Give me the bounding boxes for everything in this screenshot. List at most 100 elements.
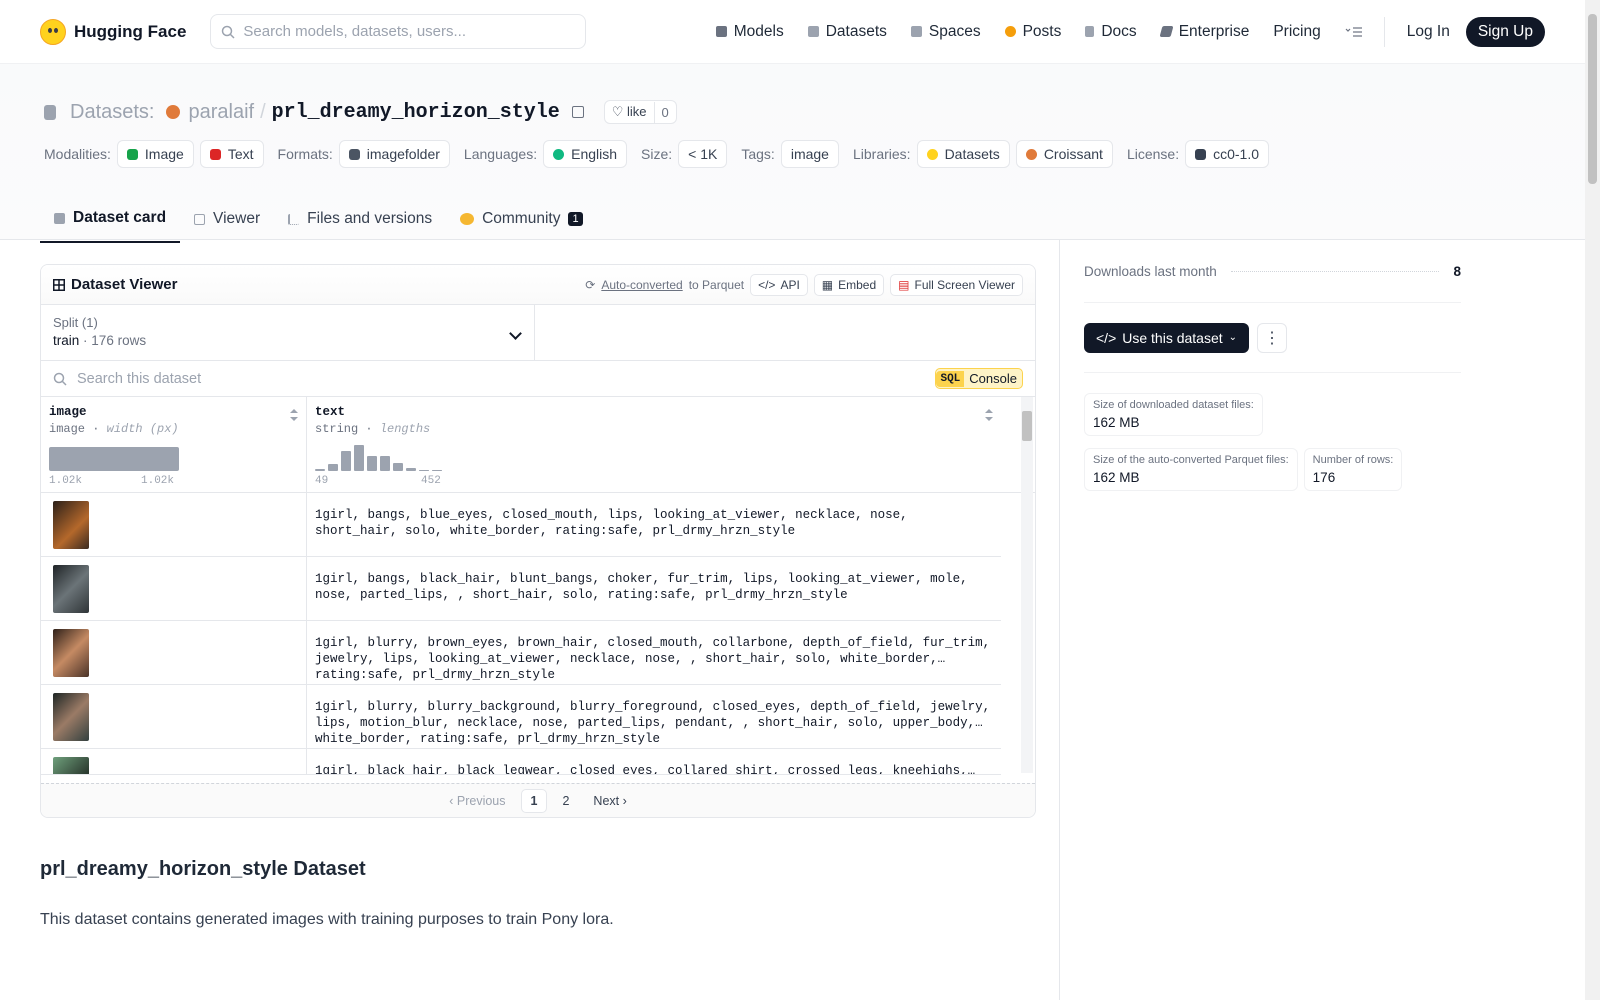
use-dataset-button[interactable]: </> Use this dataset ⌄ <box>1084 322 1250 353</box>
text-cell[interactable]: 1girl, black_hair, black_legwear, closed… <box>307 749 1001 774</box>
modalities-label: Modalities: <box>44 146 111 162</box>
tag-image-tag[interactable]: image <box>780 140 839 168</box>
page-2-button[interactable]: 2 <box>553 790 578 812</box>
more-options-button[interactable]: ⋮ <box>1257 322 1288 353</box>
width-histogram-bar[interactable] <box>49 447 179 471</box>
fullscreen-button[interactable]: ▤ Full Screen Viewer <box>890 273 1023 296</box>
datasets-icon <box>807 26 819 37</box>
nav-more-menu[interactable] <box>1336 20 1372 44</box>
page-scrollbar[interactable] <box>1585 0 1600 1000</box>
nav-enterprise[interactable]: Enterprise <box>1152 17 1259 47</box>
table-row[interactable]: 1girl, blurry, brown_eyes, brown_hair, c… <box>41 621 1001 685</box>
scrollbar-thumb[interactable] <box>1022 411 1032 441</box>
image-cell[interactable] <box>41 685 307 748</box>
org-link[interactable]: paralaif <box>188 101 254 124</box>
text-cell[interactable]: 1girl, blurry, blurry_background, blurry… <box>307 685 1001 748</box>
tag-croissant[interactable]: Croissant <box>1015 140 1113 168</box>
tab-dataset-card[interactable]: Dataset card <box>40 200 181 243</box>
table-header: image image · width (px) 1.02k 1.02k tex… <box>41 397 1035 773</box>
nav-spaces[interactable]: Spaces <box>902 17 990 47</box>
sort-icon[interactable] <box>290 409 298 421</box>
histogram-bar[interactable] <box>341 451 351 471</box>
brand-logo[interactable]: Hugging Face <box>40 18 186 45</box>
tag-size[interactable]: < 1K <box>678 140 728 168</box>
grid-icon <box>53 278 65 291</box>
embed-button[interactable]: ▦ Embed <box>813 273 885 296</box>
image-thumbnail[interactable] <box>53 501 89 549</box>
like-button[interactable]: ♡ like 0 <box>603 100 677 124</box>
auto-converted-link[interactable]: Auto-converted <box>601 278 682 292</box>
split-dropdown[interactable]: Split (1) train · 176 rows <box>41 305 535 360</box>
tab-viewer[interactable]: Viewer <box>180 200 274 243</box>
image-cell[interactable] <box>41 749 307 774</box>
dataset-tags: Modalities: Image Text Formats: imagefol… <box>44 140 1270 168</box>
tag-label: Croissant <box>1043 146 1103 162</box>
dataset-name[interactable]: prl_dreamy_horizon_style <box>272 101 560 124</box>
column-header-image[interactable]: image image · width (px) 1.02k 1.02k <box>41 397 307 492</box>
search-input[interactable]: Search models, datasets, users... <box>210 14 587 49</box>
histogram-bar[interactable] <box>315 469 325 471</box>
nav-models[interactable]: Models <box>707 17 793 47</box>
api-button[interactable]: </> API <box>750 273 808 296</box>
image-thumbnail[interactable] <box>53 565 89 613</box>
nav-label: Posts <box>1022 22 1062 40</box>
text-cell[interactable]: 1girl, blurry, brown_eyes, brown_hair, c… <box>307 621 1001 684</box>
histogram-bar[interactable] <box>406 468 416 471</box>
heart-icon: ♡ <box>611 104 624 119</box>
dataset-search-input[interactable]: Search this dataset SQL Console <box>41 361 1035 397</box>
image-cell[interactable] <box>41 621 307 684</box>
histogram-bar[interactable] <box>432 470 442 471</box>
spaces-icon <box>910 26 922 37</box>
page-scrollbar-thumb[interactable] <box>1588 14 1597 184</box>
nav-posts[interactable]: Posts <box>996 17 1071 47</box>
tab-community[interactable]: Community 1 <box>446 200 597 243</box>
previous-page-button[interactable]: ‹ Previous <box>440 790 514 812</box>
nav-datasets[interactable]: Datasets <box>799 17 896 47</box>
next-page-button[interactable]: Next › <box>584 790 635 812</box>
like-count: 0 <box>653 101 676 123</box>
text-cell[interactable]: 1girl, bangs, black_hair, blunt_bangs, c… <box>307 557 1001 620</box>
nav-divider <box>1383 16 1385 47</box>
table-scrollbar[interactable] <box>1021 397 1033 773</box>
size-label: Size: <box>641 146 673 162</box>
tag-license[interactable]: cc0-1.0 <box>1185 140 1270 168</box>
histogram-bar[interactable] <box>419 470 429 471</box>
text-cell[interactable]: 1girl, bangs, blue_eyes, closed_mouth, l… <box>307 493 1001 556</box>
copy-icon[interactable] <box>571 106 584 118</box>
histogram-bar[interactable] <box>380 456 390 471</box>
posts-icon <box>1004 26 1016 37</box>
histogram-bar[interactable] <box>354 445 364 471</box>
tag-text[interactable]: Text <box>199 140 264 168</box>
chevron-down-icon: ⌄ <box>1228 332 1238 343</box>
histogram-bar[interactable] <box>393 463 403 471</box>
nav-docs[interactable]: Docs <box>1076 17 1145 47</box>
image-thumbnail[interactable] <box>53 693 89 741</box>
image-thumbnail[interactable] <box>53 629 89 677</box>
like-text: like <box>626 104 647 119</box>
sort-icon[interactable] <box>985 409 993 421</box>
tab-files[interactable]: Files and versions <box>274 200 446 243</box>
formats-label: Formats: <box>277 146 333 162</box>
table-row[interactable]: 1girl, black_hair, black_legwear, closed… <box>41 749 1001 775</box>
nav-label: Spaces <box>928 22 981 40</box>
dataset-card-title: prl_dreamy_horizon_style Dataset <box>40 858 366 880</box>
tag-datasets-library[interactable]: Datasets <box>916 140 1010 168</box>
column-header-text[interactable]: text string · lengths 49 452 <box>307 397 1001 492</box>
login-button[interactable]: Log In <box>1397 17 1460 47</box>
table-row[interactable]: 1girl, bangs, black_hair, blunt_bangs, c… <box>41 557 1001 621</box>
histogram-bar[interactable] <box>367 456 377 471</box>
tag-image[interactable]: Image <box>116 140 194 168</box>
table-row[interactable]: 1girl, bangs, blue_eyes, closed_mouth, l… <box>41 493 1001 557</box>
tag-english[interactable]: English <box>543 140 628 168</box>
page-1-button[interactable]: 1 <box>520 788 548 813</box>
image-thumbnail[interactable] <box>53 757 89 774</box>
table-row[interactable]: 1girl, blurry, blurry_background, blurry… <box>41 685 1001 749</box>
nav-pricing[interactable]: Pricing <box>1264 17 1329 47</box>
image-cell[interactable] <box>41 493 307 556</box>
tag-imagefolder[interactable]: imagefolder <box>338 140 450 168</box>
sql-console-button[interactable]: SQL Console <box>935 368 1023 389</box>
table-icon <box>194 213 206 225</box>
histogram-bar[interactable] <box>328 464 338 471</box>
image-cell[interactable] <box>41 557 307 620</box>
signup-button[interactable]: Sign Up <box>1465 16 1545 47</box>
